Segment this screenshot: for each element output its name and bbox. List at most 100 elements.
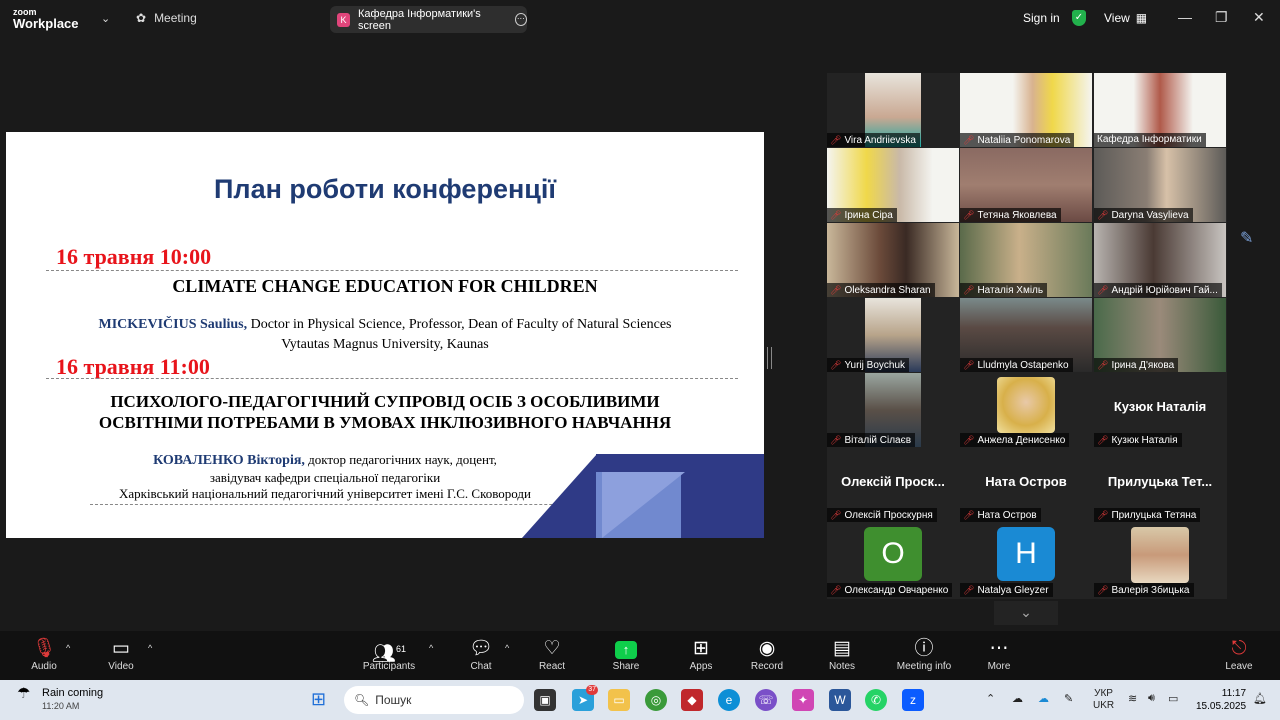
- chevron-up-icon[interactable]: ^: [66, 643, 70, 653]
- talk1-speaker: MICKEVIČIUS Saulius,: [98, 317, 248, 332]
- chevron-up-icon[interactable]: ^: [429, 643, 433, 653]
- name-text: Кузюк Наталія: [1111, 435, 1178, 446]
- participant-tile[interactable]: 🎤︎ Oleksandra Sharan: [827, 223, 959, 297]
- meeting-menu[interactable]: ✿ Meeting: [136, 11, 197, 25]
- more-button[interactable]: ⋯ More: [983, 637, 1015, 672]
- participant-name: 🎤︎ Daryna Vasylieva: [1094, 208, 1193, 222]
- wifi-icon[interactable]: ≋: [1128, 692, 1137, 705]
- file-explorer-icon[interactable]: ▭: [608, 689, 630, 711]
- video-button[interactable]: ▭ Video: [104, 637, 138, 672]
- react-button[interactable]: ♡ React: [536, 637, 568, 672]
- participant-tile[interactable]: 🎤︎ Тетяна Яковлева: [960, 148, 1092, 222]
- participant-tile[interactable]: Прилуцька Тет... 🎤︎ Прилуцька Тетяна: [1094, 448, 1226, 522]
- language-secondary: UKR: [1093, 700, 1115, 711]
- participant-name: 🎤︎ Олексій Проскурня: [827, 508, 937, 522]
- grid-icon: ▦: [1135, 11, 1148, 25]
- chat-icon: 💬︎: [468, 638, 494, 659]
- participant-tile[interactable]: 🎤︎ Nataliia Ponomarova: [960, 73, 1092, 147]
- participant-tile[interactable]: 🎤︎ Ірина Сіра: [827, 148, 959, 222]
- cloud-icon[interactable]: ☁: [1012, 692, 1023, 705]
- copilot-icon[interactable]: ✦: [792, 689, 814, 711]
- share-button[interactable]: ↑ Share: [610, 637, 642, 672]
- participant-name: 🎤︎ Ірина Д'якова: [1094, 358, 1179, 372]
- close-icon[interactable]: ✕: [1253, 9, 1265, 26]
- participants-button[interactable]: 👥︎61 Participants: [359, 637, 419, 672]
- chat-button[interactable]: 💬︎ Chat: [466, 637, 496, 672]
- slide-date-2: 16 травня 11:00: [56, 354, 210, 379]
- participant-name: 🎤︎ Анжела Денисенко: [960, 433, 1070, 447]
- chevron-up-icon[interactable]: ⌃: [986, 692, 995, 705]
- antivirus-icon[interactable]: ◆: [681, 689, 703, 711]
- participant-tile[interactable]: 🎤︎ Vira Andriievska: [827, 73, 959, 147]
- weather-time: 11:20 AM: [42, 701, 80, 711]
- security-shield-icon[interactable]: ✓: [1072, 10, 1086, 26]
- apps-icon: ⊞: [693, 638, 709, 659]
- viber-icon[interactable]: ☏: [755, 689, 777, 711]
- edge-icon[interactable]: e: [718, 689, 740, 711]
- participant-tile[interactable]: H 🎤︎ Natalya Gleyzer: [960, 523, 1092, 597]
- whatsapp-icon[interactable]: ✆: [865, 689, 887, 711]
- participant-tile[interactable]: Ната Остров 🎤︎ Ната Остров: [960, 448, 1092, 522]
- windows-start-icon[interactable]: ⊞: [311, 689, 331, 709]
- meeting-info-label: Meeting info: [896, 661, 952, 672]
- participant-tile[interactable]: 🎤︎ Валерія Збицька: [1094, 523, 1226, 597]
- taskbar-search[interactable]: 🔍︎ Пошук: [344, 686, 524, 714]
- pen-icon[interactable]: ✎: [1064, 692, 1073, 705]
- name-text: Олексій Проскурня: [844, 510, 933, 521]
- participant-tile[interactable]: 🎤︎ Yurij Boychuk: [827, 298, 959, 372]
- participant-tile[interactable]: 🎤︎ Lludmyla Ostapenko: [960, 298, 1092, 372]
- mic-muted-icon: 🎤︎: [963, 435, 975, 445]
- participant-tile[interactable]: 🎤︎ Анжела Денисенко: [960, 373, 1092, 447]
- participant-tile[interactable]: Олексій Проск... 🎤︎ Олексій Проскурня: [827, 448, 959, 522]
- language-indicator[interactable]: УКР UKR: [1093, 688, 1114, 712]
- view-menu[interactable]: View ▦: [1104, 11, 1147, 25]
- name-text: Yurij Boychuk: [844, 360, 906, 371]
- participant-tile[interactable]: 🎤︎ Наталія Хміль: [960, 223, 1092, 297]
- participant-tile-active-speaker[interactable]: Кафедра Інформатики: [1094, 73, 1226, 147]
- notes-button[interactable]: ▤ Notes: [826, 637, 858, 672]
- chevron-up-icon[interactable]: ^: [148, 643, 152, 653]
- chrome-icon[interactable]: ◎: [645, 689, 667, 711]
- audio-button[interactable]: 🎙︎ Audio: [27, 637, 61, 672]
- word-icon[interactable]: W: [829, 689, 851, 711]
- talk1-affil1: Doctor in Physical Science, Professor, D…: [247, 317, 672, 332]
- participant-tile[interactable]: Кузюк Наталія 🎤︎ Кузюк Наталія: [1094, 373, 1226, 447]
- participant-tile[interactable]: 🎤︎ Віталій Сілаєв: [827, 373, 959, 447]
- participant-tile[interactable]: 🎤︎ Андрій Юрійович Гай...: [1094, 223, 1226, 297]
- chevron-down-icon[interactable]: ⌄: [994, 601, 1058, 625]
- weather-widget[interactable]: ☂ Rain coming 11:20 AM: [17, 686, 103, 713]
- pen-icon[interactable]: ✎: [1240, 228, 1264, 252]
- task-view-icon[interactable]: ▣: [534, 689, 556, 711]
- screen-share-indicator[interactable]: K Кафедра Інформатики's screen ···: [330, 6, 527, 33]
- notification-icon[interactable]: 🔔︎: [1253, 692, 1267, 705]
- volume-icon[interactable]: 🔊︎: [1148, 692, 1155, 705]
- system-clock[interactable]: 11:17 15.05.2025: [1196, 687, 1246, 713]
- zoom-logo: zoom Workplace: [13, 7, 79, 30]
- restore-icon[interactable]: ❐: [1215, 9, 1228, 26]
- more-options-icon[interactable]: ···: [514, 13, 527, 26]
- name-text: Ірина Сіра: [844, 210, 893, 221]
- sign-in-link[interactable]: Sign in: [1023, 11, 1060, 25]
- record-button[interactable]: ◉ Record: [749, 637, 785, 672]
- participant-name: 🎤︎ Lludmyla Ostapenko: [960, 358, 1073, 372]
- share-label: Кафедра Інформатики's screen: [358, 7, 481, 32]
- onedrive-icon[interactable]: ☁: [1038, 692, 1049, 705]
- share-screen-icon: ↑: [615, 641, 637, 659]
- participant-tile[interactable]: 🎤︎ Daryna Vasylieva: [1094, 148, 1226, 222]
- battery-icon[interactable]: ▭: [1168, 692, 1178, 705]
- mic-muted-icon: 🎙︎: [31, 638, 57, 659]
- mic-muted-icon: 🎤︎: [963, 360, 975, 370]
- chevron-up-icon[interactable]: ^: [505, 643, 509, 653]
- name-text: Кафедра Інформатики: [1097, 134, 1202, 145]
- apps-button[interactable]: ⊞ Apps: [686, 637, 716, 672]
- participant-name: 🎤︎ Андрій Юрійович Гай...: [1094, 283, 1222, 297]
- chevron-down-icon[interactable]: ⌄: [101, 12, 110, 25]
- participant-tile[interactable]: O 🎤︎ Олександр Овчаренко: [827, 523, 959, 597]
- zoom-icon[interactable]: z: [902, 689, 924, 711]
- minimize-icon[interactable]: —: [1178, 9, 1192, 25]
- telegram-icon[interactable]: ➤ 37: [572, 685, 598, 711]
- leave-button[interactable]: ⎋ Leave: [1224, 637, 1254, 672]
- meeting-info-button[interactable]: ⓘ Meeting info: [892, 637, 956, 672]
- participant-tile[interactable]: 🎤︎ Ірина Д'якова: [1094, 298, 1226, 372]
- split-resize-handle[interactable]: [767, 347, 772, 369]
